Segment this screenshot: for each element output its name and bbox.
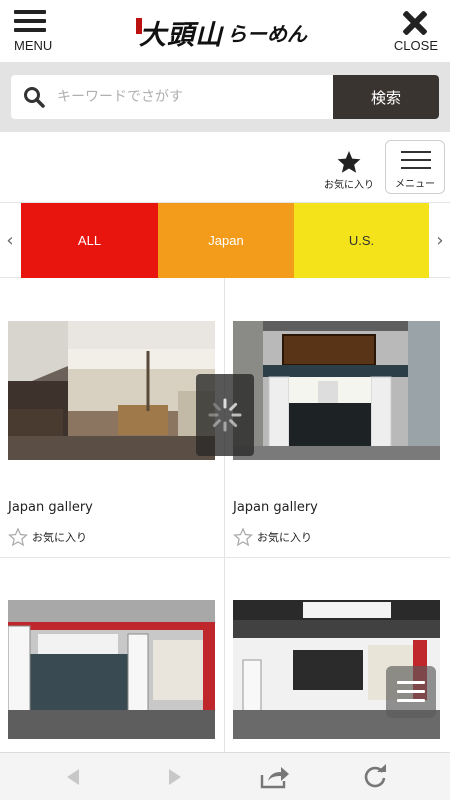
- floating-menu-button[interactable]: [386, 666, 436, 718]
- tab-japan[interactable]: Japan: [158, 203, 294, 278]
- favorite-label: お気に入り: [257, 531, 312, 544]
- forward-arrow-icon: [169, 769, 181, 785]
- favorite-toggle[interactable]: お気に入り: [8, 527, 87, 547]
- tools-row: お気に入り メニュー: [0, 132, 450, 202]
- search-button[interactable]: 検索: [333, 75, 439, 119]
- share-icon: [260, 767, 289, 789]
- menu-button-label: メニュー: [395, 179, 435, 190]
- gallery-title[interactable]: Japan gallery: [233, 500, 318, 515]
- share-button[interactable]: [260, 763, 290, 791]
- browser-toolbar: [0, 752, 450, 800]
- favorite-toggle[interactable]: お気に入り: [233, 527, 312, 547]
- search-bar: 検索: [0, 62, 450, 132]
- gallery-card[interactable]: [225, 558, 450, 758]
- reload-icon: [364, 764, 386, 788]
- menu-icon[interactable]: [14, 10, 46, 34]
- favorites-button[interactable]: お気に入り: [320, 150, 378, 198]
- close-label[interactable]: CLOSE: [394, 38, 438, 53]
- search-input[interactable]: [51, 75, 343, 119]
- star-outline-icon: [8, 527, 28, 547]
- gallery-photo[interactable]: [8, 600, 215, 739]
- logo-text: 大頭山: [139, 19, 223, 51]
- gallery-card[interactable]: Japan gallery お気に入り: [225, 278, 450, 558]
- gallery-card[interactable]: [0, 558, 225, 758]
- menu-label[interactable]: MENU: [14, 38, 52, 53]
- search-box: 検索: [11, 75, 439, 119]
- tab-us[interactable]: U.S.: [294, 203, 429, 278]
- gallery-grid: Japan gallery お気に入り Japan gallery お気に入り: [0, 278, 450, 758]
- gallery-title[interactable]: Japan gallery: [8, 500, 93, 515]
- logo-seal: [136, 18, 142, 34]
- search-icon: [24, 87, 45, 108]
- gallery-photo[interactable]: [8, 321, 215, 460]
- header: MENU 大頭山 らーめん CLOSE: [0, 0, 450, 62]
- back-arrow-icon: [67, 769, 79, 785]
- star-icon: [337, 151, 361, 173]
- logo[interactable]: 大頭山 らーめん: [128, 12, 318, 52]
- reload-button[interactable]: [360, 763, 390, 791]
- favorite-label: お気に入り: [32, 531, 87, 544]
- chevron-right-icon[interactable]: ›: [434, 231, 446, 251]
- tab-all[interactable]: ALL: [21, 203, 158, 278]
- forward-button[interactable]: [160, 763, 190, 791]
- category-tabs: ‹ ALL Japan U.S. ›: [0, 202, 450, 278]
- gallery-card[interactable]: Japan gallery お気に入り: [0, 278, 225, 558]
- back-button[interactable]: [58, 763, 88, 791]
- menu-button[interactable]: メニュー: [385, 140, 445, 194]
- logo-sub: らーめん: [227, 21, 307, 46]
- hamburger-icon: [401, 151, 431, 175]
- close-icon[interactable]: [402, 10, 428, 36]
- hamburger-icon: [397, 681, 425, 708]
- gallery-photo[interactable]: [233, 321, 440, 460]
- loading-spinner: [196, 374, 254, 456]
- star-outline-icon: [233, 527, 253, 547]
- chevron-left-icon[interactable]: ‹: [4, 231, 16, 251]
- favorites-label: お気に入り: [324, 180, 374, 191]
